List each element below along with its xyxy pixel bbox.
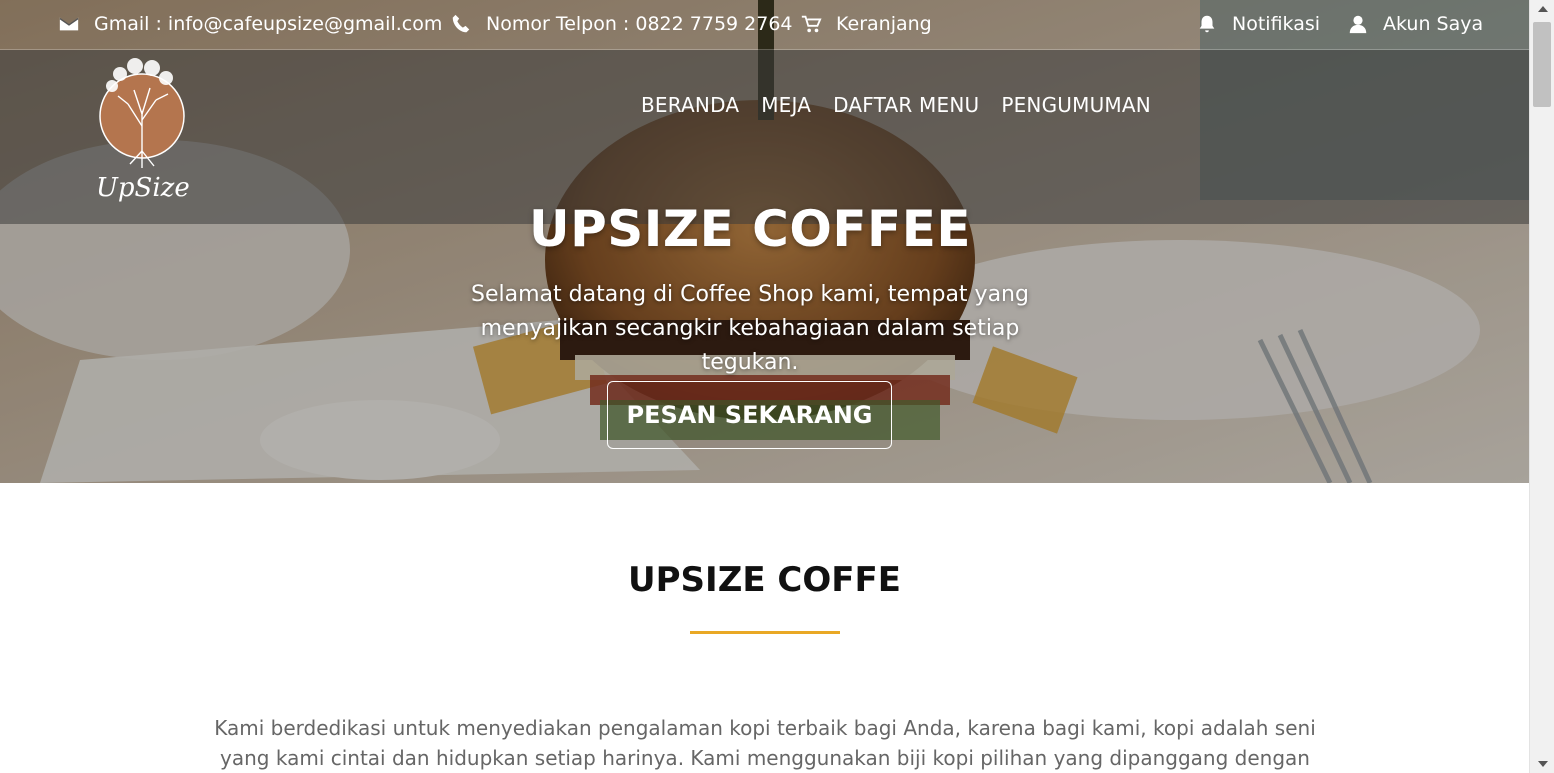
vertical-scrollbar[interactable] [1529,0,1554,773]
title-divider [690,631,840,634]
navigation-band [0,50,1529,224]
scrollbar-thumb[interactable] [1533,22,1551,107]
upsize-logo[interactable]: UpSize [90,56,200,216]
scroll-down-icon[interactable] [1538,761,1548,767]
hero-title: UPSIZE COFFEE [529,200,971,258]
phone-text: Nomor Telpon : 0822 7759 2764 [486,13,793,35]
nav-item-pengumuman[interactable]: PENGUMUMAN [1001,93,1151,117]
phone-icon [452,14,470,33]
hero-subtitle: Selamat datang di Coffee Shop kami, temp… [471,282,1029,375]
notifications-link[interactable]: Notifikasi [1196,13,1320,35]
nav-item-beranda[interactable]: BERANDA [641,93,739,117]
email-info[interactable]: Gmail : info@cafeupsize@gmail.com [58,13,442,35]
order-now-button[interactable]: PESAN SEKARANG [607,381,892,449]
user-icon [1349,15,1367,34]
account-label: Akun Saya [1383,13,1484,35]
top-info-bar: Gmail : info@cafeupsize@gmail.com Nomor … [0,0,1529,50]
scroll-up-icon[interactable] [1538,6,1548,12]
account-link[interactable]: Akun Saya [1347,13,1483,35]
nav-item-meja[interactable]: MEJA [761,93,811,117]
mail-icon [59,17,79,31]
main-nav: BERANDA MEJA DAFTAR MENU PENGUMUMAN [641,93,1151,117]
cart-link[interactable]: Keranjang [800,13,932,35]
logo-text: UpSize [96,173,190,203]
cart-label: Keranjang [836,13,932,35]
about-text: Kami berdedikasi untuk menyediakan penga… [214,716,1316,770]
about-title: UPSIZE COFFE [628,560,901,600]
notifications-label: Notifikasi [1232,13,1321,35]
phone-info[interactable]: Nomor Telpon : 0822 7759 2764 [450,13,793,35]
cart-icon [801,15,822,33]
page-viewport: Gmail : info@cafeupsize@gmail.com Nomor … [0,0,1529,773]
email-text: Gmail : info@cafeupsize@gmail.com [94,13,443,35]
bell-icon [1199,15,1215,33]
nav-item-daftar-menu[interactable]: DAFTAR MENU [833,93,979,117]
hero-section: Gmail : info@cafeupsize@gmail.com Nomor … [0,0,1529,483]
